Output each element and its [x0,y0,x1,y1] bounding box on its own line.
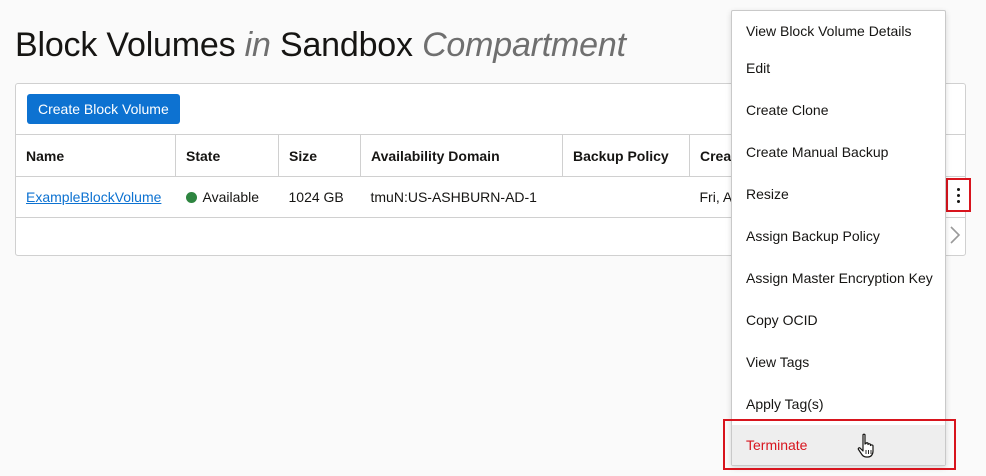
menu-item-assign-encryption-key[interactable]: Assign Master Encryption Key [732,258,945,298]
menu-item-create-manual-backup[interactable]: Create Manual Backup [732,132,945,172]
title-compartment-name: Sandbox [279,26,413,64]
cell-availability-domain: tmuN:US-ASHBURN-AD-1 [360,176,563,218]
menu-item-edit[interactable]: Edit [732,48,945,88]
title-resource: Block Volumes [15,26,236,64]
menu-item-assign-backup-policy[interactable]: Assign Backup Policy [732,216,945,256]
cell-state: Available [175,176,279,218]
kebab-icon [957,186,960,204]
volume-name-link[interactable]: ExampleBlockVolume [26,189,161,205]
page-title: Block Volumes in Sandbox Compartment [15,26,626,65]
column-header-availability-domain[interactable]: Availability Domain [360,134,563,177]
create-block-volume-button[interactable]: Create Block Volume [27,94,180,124]
chevron-right-icon [950,226,961,244]
column-header-name[interactable]: Name [16,134,176,177]
state-text: Available [202,189,260,205]
cell-backup-policy [562,176,690,218]
menu-item-copy-ocid[interactable]: Copy OCID [732,300,945,340]
column-header-state[interactable]: State [175,134,279,177]
column-header-backup-policy[interactable]: Backup Policy [562,134,690,177]
menu-item-create-clone[interactable]: Create Clone [732,90,945,130]
hand-cursor-icon [857,433,874,458]
menu-item-view-tags[interactable]: View Tags [732,342,945,382]
status-dot-icon [185,192,197,203]
menu-item-apply-tags[interactable]: Apply Tag(s) [732,384,945,424]
menu-item-terminate[interactable]: Terminate [732,425,945,465]
column-header-size[interactable]: Size [278,134,361,177]
menu-item-resize[interactable]: Resize [732,174,945,214]
title-in: in [244,26,271,64]
row-actions-button[interactable] [946,178,971,212]
title-compartment-label: Compartment [422,26,626,64]
cell-size: 1024 GB [278,176,361,218]
cell-name: ExampleBlockVolume [16,176,176,218]
pager-next-button[interactable] [945,224,965,252]
row-actions-menu: View Block Volume Details Edit Create Cl… [731,10,946,466]
menu-item-view-details[interactable]: View Block Volume Details [732,11,945,51]
